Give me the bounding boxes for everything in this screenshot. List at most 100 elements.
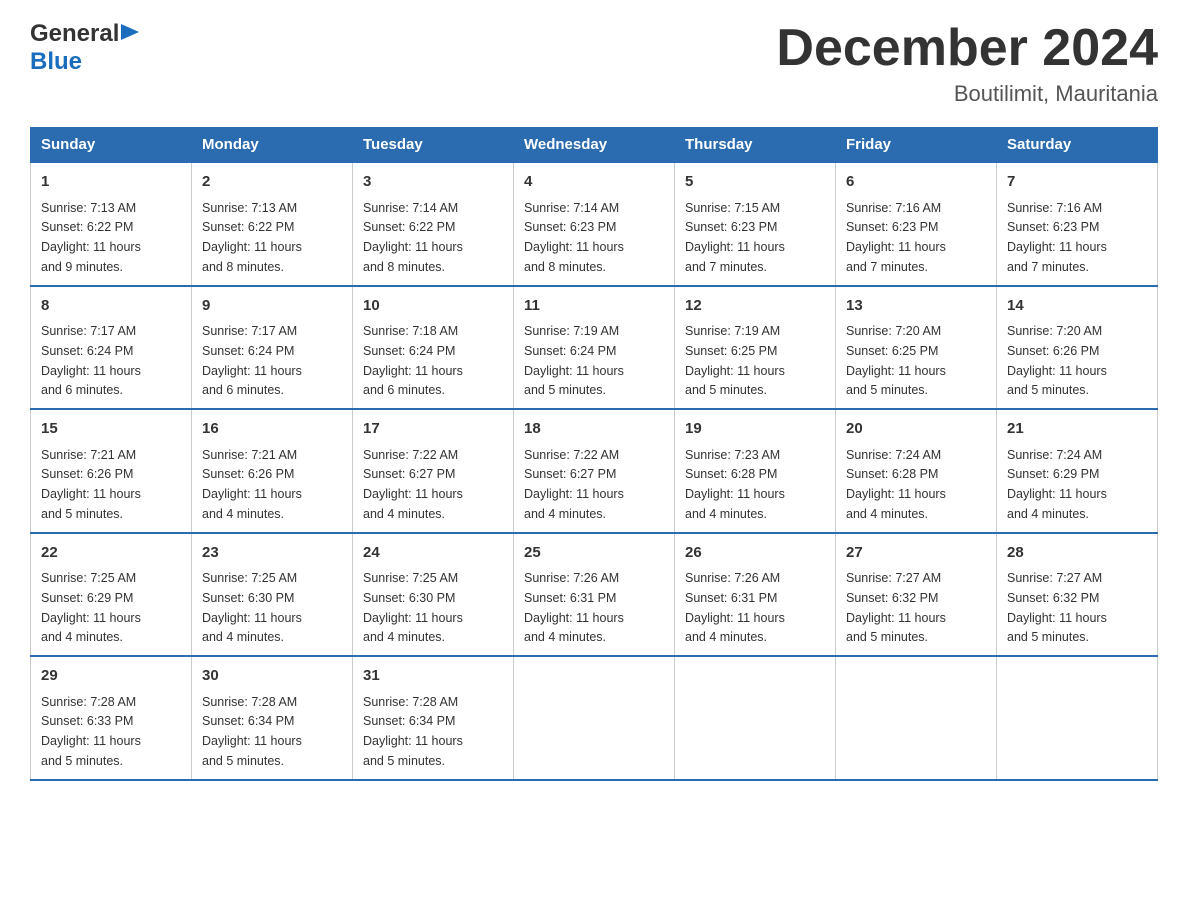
calendar-cell (997, 656, 1158, 780)
calendar-header-tuesday: Tuesday (353, 128, 514, 163)
location-title: Boutilimit, Mauritania (776, 81, 1158, 107)
day-info: Sunrise: 7:13 AMSunset: 6:22 PMDaylight:… (202, 201, 302, 274)
day-info: Sunrise: 7:20 AMSunset: 6:26 PMDaylight:… (1007, 324, 1107, 397)
day-number: 19 (685, 418, 825, 441)
calendar-cell: 13 Sunrise: 7:20 AMSunset: 6:25 PMDaylig… (836, 286, 997, 410)
day-info: Sunrise: 7:20 AMSunset: 6:25 PMDaylight:… (846, 324, 946, 397)
day-number: 7 (1007, 171, 1147, 194)
day-number: 15 (41, 418, 181, 441)
day-number: 12 (685, 295, 825, 318)
calendar-cell: 30 Sunrise: 7:28 AMSunset: 6:34 PMDaylig… (192, 656, 353, 780)
logo-general-text: General (30, 20, 119, 48)
calendar-cell: 4 Sunrise: 7:14 AMSunset: 6:23 PMDayligh… (514, 162, 675, 286)
day-info: Sunrise: 7:25 AMSunset: 6:30 PMDaylight:… (202, 571, 302, 644)
day-number: 10 (363, 295, 503, 318)
calendar-cell (514, 656, 675, 780)
calendar-cell: 24 Sunrise: 7:25 AMSunset: 6:30 PMDaylig… (353, 533, 514, 657)
day-number: 13 (846, 295, 986, 318)
calendar-cell: 10 Sunrise: 7:18 AMSunset: 6:24 PMDaylig… (353, 286, 514, 410)
day-info: Sunrise: 7:13 AMSunset: 6:22 PMDaylight:… (41, 201, 141, 274)
day-number: 11 (524, 295, 664, 318)
day-info: Sunrise: 7:17 AMSunset: 6:24 PMDaylight:… (41, 324, 141, 397)
day-number: 16 (202, 418, 342, 441)
day-info: Sunrise: 7:28 AMSunset: 6:34 PMDaylight:… (202, 695, 302, 768)
day-info: Sunrise: 7:26 AMSunset: 6:31 PMDaylight:… (524, 571, 624, 644)
calendar-cell: 20 Sunrise: 7:24 AMSunset: 6:28 PMDaylig… (836, 409, 997, 533)
calendar-cell: 9 Sunrise: 7:17 AMSunset: 6:24 PMDayligh… (192, 286, 353, 410)
calendar-cell: 14 Sunrise: 7:20 AMSunset: 6:26 PMDaylig… (997, 286, 1158, 410)
day-info: Sunrise: 7:26 AMSunset: 6:31 PMDaylight:… (685, 571, 785, 644)
calendar-week-row: 29 Sunrise: 7:28 AMSunset: 6:33 PMDaylig… (31, 656, 1158, 780)
calendar-week-row: 22 Sunrise: 7:25 AMSunset: 6:29 PMDaylig… (31, 533, 1158, 657)
day-number: 6 (846, 171, 986, 194)
title-block: December 2024 Boutilimit, Mauritania (776, 20, 1158, 107)
day-info: Sunrise: 7:23 AMSunset: 6:28 PMDaylight:… (685, 448, 785, 521)
logo-blue-text: Blue (30, 48, 82, 76)
day-info: Sunrise: 7:28 AMSunset: 6:34 PMDaylight:… (363, 695, 463, 768)
calendar-cell (836, 656, 997, 780)
calendar-header-sunday: Sunday (31, 128, 192, 163)
calendar-cell: 11 Sunrise: 7:19 AMSunset: 6:24 PMDaylig… (514, 286, 675, 410)
day-number: 1 (41, 171, 181, 194)
calendar-week-row: 1 Sunrise: 7:13 AMSunset: 6:22 PMDayligh… (31, 162, 1158, 286)
day-info: Sunrise: 7:27 AMSunset: 6:32 PMDaylight:… (846, 571, 946, 644)
calendar-cell: 22 Sunrise: 7:25 AMSunset: 6:29 PMDaylig… (31, 533, 192, 657)
day-info: Sunrise: 7:24 AMSunset: 6:28 PMDaylight:… (846, 448, 946, 521)
calendar-week-row: 15 Sunrise: 7:21 AMSunset: 6:26 PMDaylig… (31, 409, 1158, 533)
day-info: Sunrise: 7:27 AMSunset: 6:32 PMDaylight:… (1007, 571, 1107, 644)
day-info: Sunrise: 7:17 AMSunset: 6:24 PMDaylight:… (202, 324, 302, 397)
calendar-cell: 5 Sunrise: 7:15 AMSunset: 6:23 PMDayligh… (675, 162, 836, 286)
day-number: 3 (363, 171, 503, 194)
day-info: Sunrise: 7:22 AMSunset: 6:27 PMDaylight:… (524, 448, 624, 521)
logo: General Blue (30, 20, 141, 76)
calendar-cell: 17 Sunrise: 7:22 AMSunset: 6:27 PMDaylig… (353, 409, 514, 533)
day-info: Sunrise: 7:19 AMSunset: 6:24 PMDaylight:… (524, 324, 624, 397)
day-number: 23 (202, 542, 342, 565)
day-number: 4 (524, 171, 664, 194)
day-number: 18 (524, 418, 664, 441)
calendar-cell: 21 Sunrise: 7:24 AMSunset: 6:29 PMDaylig… (997, 409, 1158, 533)
day-number: 24 (363, 542, 503, 565)
calendar-cell: 1 Sunrise: 7:13 AMSunset: 6:22 PMDayligh… (31, 162, 192, 286)
calendar-cell: 31 Sunrise: 7:28 AMSunset: 6:34 PMDaylig… (353, 656, 514, 780)
day-info: Sunrise: 7:19 AMSunset: 6:25 PMDaylight:… (685, 324, 785, 397)
calendar-cell: 18 Sunrise: 7:22 AMSunset: 6:27 PMDaylig… (514, 409, 675, 533)
calendar-header-row: SundayMondayTuesdayWednesdayThursdayFrid… (31, 128, 1158, 163)
day-info: Sunrise: 7:25 AMSunset: 6:29 PMDaylight:… (41, 571, 141, 644)
day-info: Sunrise: 7:15 AMSunset: 6:23 PMDaylight:… (685, 201, 785, 274)
day-number: 30 (202, 665, 342, 688)
calendar-week-row: 8 Sunrise: 7:17 AMSunset: 6:24 PMDayligh… (31, 286, 1158, 410)
calendar-cell: 29 Sunrise: 7:28 AMSunset: 6:33 PMDaylig… (31, 656, 192, 780)
calendar-header-monday: Monday (192, 128, 353, 163)
day-number: 31 (363, 665, 503, 688)
calendar-cell: 27 Sunrise: 7:27 AMSunset: 6:32 PMDaylig… (836, 533, 997, 657)
day-info: Sunrise: 7:14 AMSunset: 6:22 PMDaylight:… (363, 201, 463, 274)
day-info: Sunrise: 7:16 AMSunset: 6:23 PMDaylight:… (846, 201, 946, 274)
calendar-cell: 8 Sunrise: 7:17 AMSunset: 6:24 PMDayligh… (31, 286, 192, 410)
day-number: 9 (202, 295, 342, 318)
calendar-cell: 16 Sunrise: 7:21 AMSunset: 6:26 PMDaylig… (192, 409, 353, 533)
calendar-header-thursday: Thursday (675, 128, 836, 163)
day-info: Sunrise: 7:16 AMSunset: 6:23 PMDaylight:… (1007, 201, 1107, 274)
logo-triangle-icon (121, 24, 141, 44)
day-info: Sunrise: 7:25 AMSunset: 6:30 PMDaylight:… (363, 571, 463, 644)
day-number: 21 (1007, 418, 1147, 441)
day-number: 25 (524, 542, 664, 565)
day-number: 22 (41, 542, 181, 565)
calendar-cell: 15 Sunrise: 7:21 AMSunset: 6:26 PMDaylig… (31, 409, 192, 533)
calendar-header-saturday: Saturday (997, 128, 1158, 163)
calendar-cell: 19 Sunrise: 7:23 AMSunset: 6:28 PMDaylig… (675, 409, 836, 533)
day-info: Sunrise: 7:18 AMSunset: 6:24 PMDaylight:… (363, 324, 463, 397)
day-number: 27 (846, 542, 986, 565)
page-header: General Blue December 2024 Boutilimit, M… (30, 20, 1158, 107)
calendar-cell: 28 Sunrise: 7:27 AMSunset: 6:32 PMDaylig… (997, 533, 1158, 657)
calendar-cell: 6 Sunrise: 7:16 AMSunset: 6:23 PMDayligh… (836, 162, 997, 286)
calendar-cell: 3 Sunrise: 7:14 AMSunset: 6:22 PMDayligh… (353, 162, 514, 286)
calendar-cell: 2 Sunrise: 7:13 AMSunset: 6:22 PMDayligh… (192, 162, 353, 286)
day-info: Sunrise: 7:24 AMSunset: 6:29 PMDaylight:… (1007, 448, 1107, 521)
day-info: Sunrise: 7:14 AMSunset: 6:23 PMDaylight:… (524, 201, 624, 274)
day-info: Sunrise: 7:22 AMSunset: 6:27 PMDaylight:… (363, 448, 463, 521)
day-number: 2 (202, 171, 342, 194)
calendar-header-wednesday: Wednesday (514, 128, 675, 163)
day-info: Sunrise: 7:28 AMSunset: 6:33 PMDaylight:… (41, 695, 141, 768)
